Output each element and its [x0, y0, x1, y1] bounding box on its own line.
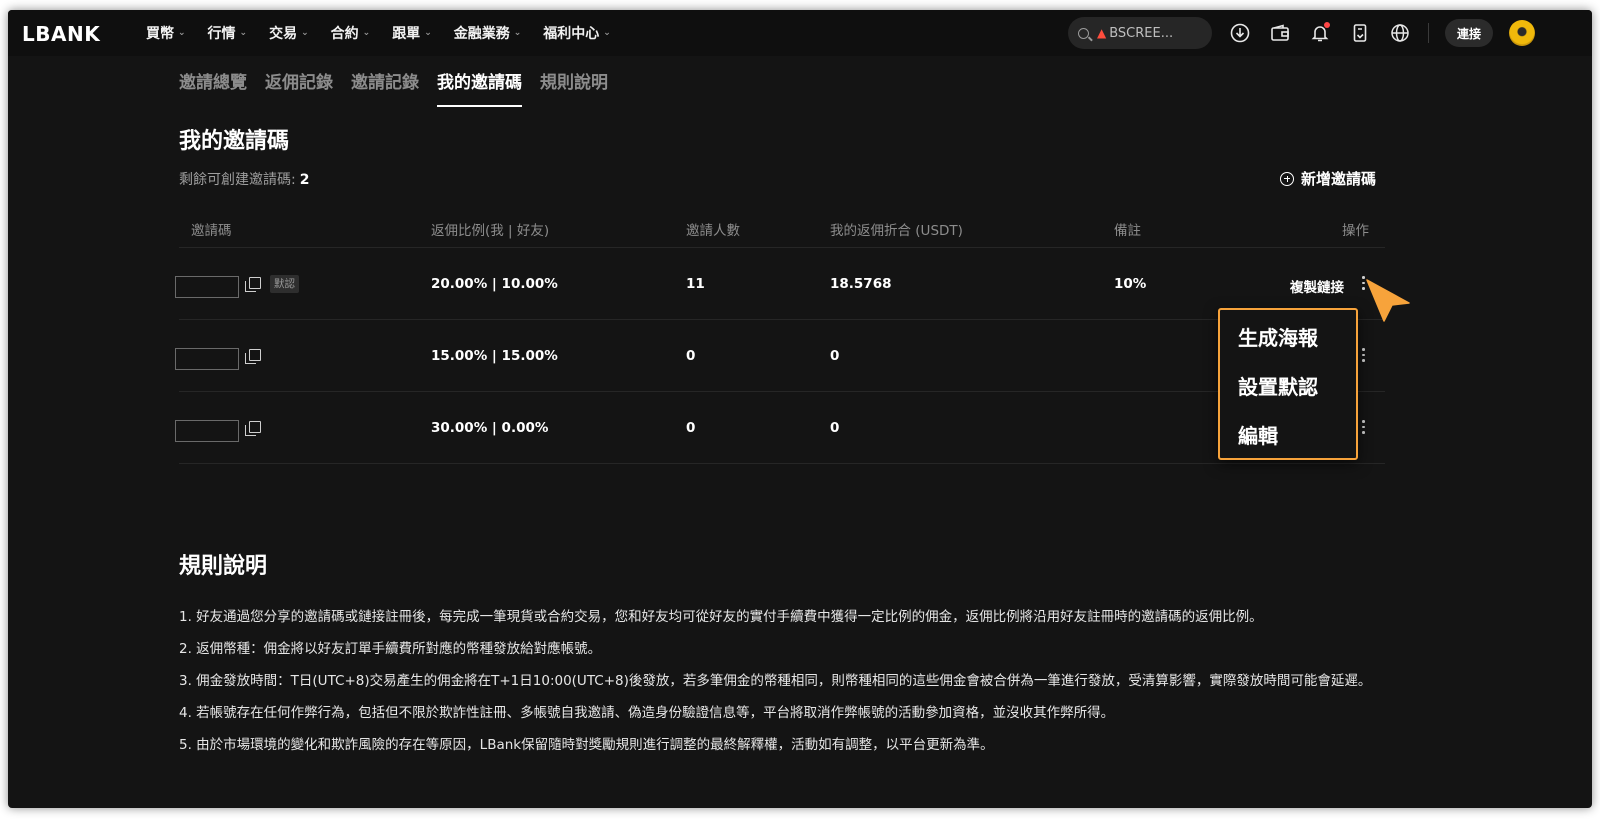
invited-cell: 11	[686, 276, 705, 292]
plus-circle-icon	[1280, 171, 1294, 186]
chevron-down-icon: ⌄	[362, 28, 371, 38]
remaining-codes: 剩餘可創建邀請碼: 2	[179, 169, 309, 189]
rules-title: 規則說明	[179, 554, 268, 579]
header-rebate: 我的返佣折合 (USDT)	[830, 223, 963, 239]
nav-item-buy-crypto[interactable]: 買幣 ⌄	[146, 23, 186, 43]
header-note: 備註	[1114, 223, 1141, 239]
invite-code-field	[175, 276, 239, 298]
header-ratio: 返佣比例(我 | 好友)	[431, 223, 550, 239]
tab-my-invite-codes[interactable]: 我的邀請碼	[437, 68, 522, 107]
chevron-down-icon: ⌄	[239, 28, 248, 38]
copy-icon[interactable]	[245, 277, 261, 293]
ratio-cell: 15.00% | 15.00%	[431, 348, 558, 364]
mobile-app-icon[interactable]	[1348, 21, 1372, 45]
invite-code-field	[175, 420, 239, 442]
page-title: 我的邀請碼	[179, 129, 290, 154]
row-options-menu: 生成海報 設置默認 編輯	[1218, 308, 1358, 460]
copy-icon[interactable]	[245, 421, 261, 437]
tab-rebate-records[interactable]: 返佣記錄	[265, 68, 333, 107]
nav-item-copy-trading[interactable]: 跟單 ⌄	[392, 23, 432, 43]
invited-cell: 0	[686, 420, 696, 436]
menu-item-generate-poster[interactable]: 生成海報	[1238, 322, 1318, 351]
search-icon	[1078, 27, 1089, 39]
remaining-label: 剩餘可創建邀請碼:	[179, 172, 296, 188]
nav-item-rewards[interactable]: 福利中心 ⌄	[543, 23, 611, 43]
globe-icon[interactable]	[1388, 21, 1412, 45]
menu-item-edit[interactable]: 編輯	[1238, 420, 1278, 449]
connect-button[interactable]: 連接	[1445, 19, 1493, 47]
rebate-cell: 0	[830, 348, 840, 364]
add-invite-code-button[interactable]: 新增邀請碼	[1280, 168, 1376, 189]
tab-rules[interactable]: 規則說明	[540, 68, 608, 107]
invite-code-field	[175, 348, 239, 370]
note-cell: 10%	[1114, 276, 1147, 292]
more-options-icon[interactable]	[1362, 348, 1366, 364]
chevron-down-icon: ⌄	[513, 28, 522, 38]
ratio-cell: 30.00% | 0.00%	[431, 420, 549, 436]
header-invited: 邀請人數	[686, 223, 740, 239]
copy-icon[interactable]	[245, 349, 261, 365]
nav-item-markets[interactable]: 行情 ⌄	[208, 23, 248, 43]
chevron-down-icon: ⌄	[178, 28, 186, 38]
tab-invite-overview[interactable]: 邀請總覽	[179, 68, 247, 107]
fire-icon: ▲	[1097, 26, 1107, 40]
rule-item: 5. 由於市場環境的變化和欺詐風險的存在等原因，LBank保留隨時對獎勵規則進行…	[179, 737, 994, 753]
menu-item-set-default[interactable]: 設置默認	[1238, 371, 1318, 400]
rule-item: 2. 返佣幣種：佣金將以好友訂單手續費所對應的幣種發放給對應帳號。	[179, 641, 602, 657]
referral-tabs: 邀請總覽 返佣記錄 邀請記錄 我的邀請碼 規則說明	[179, 68, 626, 107]
pointer-arrow-icon	[1366, 279, 1410, 322]
header-code: 邀請碼	[191, 223, 232, 239]
chevron-down-icon: ⌄	[301, 28, 309, 38]
download-icon[interactable]	[1228, 21, 1252, 45]
table-row: 默認 20.00% | 10.00% 11 18.5768 10% 複製鏈接	[175, 248, 1385, 320]
rebate-cell: 18.5768	[830, 276, 892, 292]
search-input[interactable]: ▲ BSCREE...	[1068, 17, 1212, 49]
nav-item-futures[interactable]: 合約 ⌄	[331, 23, 371, 43]
header-action: 操作	[1342, 223, 1369, 239]
rule-item: 1. 好友通過您分享的邀請碼或鏈接註冊後，每完成一筆現貨或合約交易，您和好友均可…	[179, 609, 1263, 625]
nav-item-finance[interactable]: 金融業務 ⌄	[454, 23, 522, 43]
chevron-down-icon: ⌄	[603, 28, 611, 38]
logo[interactable]: LBANK	[22, 22, 100, 46]
more-options-icon[interactable]	[1362, 420, 1366, 436]
nav-menu: 買幣 ⌄ 行情 ⌄ 交易 ⌄ 合約 ⌄ 跟單 ⌄ 金融業務 ⌄ 福利中心 ⌄	[146, 23, 633, 43]
table-row: 15.00% | 15.00% 0 0	[175, 320, 1385, 392]
default-badge: 默認	[270, 275, 299, 293]
nav-item-trade[interactable]: 交易 ⌄	[269, 23, 309, 43]
rules-list: 1. 好友通過您分享的邀請碼或鏈接註冊後，每完成一筆現貨或合約交易，您和好友均可…	[179, 607, 1389, 767]
bell-icon[interactable]	[1308, 21, 1332, 45]
rule-item: 3. 佣金發放時間：T日(UTC+8)交易產生的佣金將在T+1日10:00(UT…	[179, 673, 1372, 689]
tab-invite-records[interactable]: 邀請記錄	[351, 68, 419, 107]
avatar[interactable]	[1509, 20, 1535, 46]
top-nav: LBANK 買幣 ⌄ 行情 ⌄ 交易 ⌄ 合約 ⌄ 跟單 ⌄ 金融業務 ⌄ 福利中心 ⌄ ▲ …	[8, 10, 1592, 56]
remaining-value: 2	[299, 172, 310, 188]
add-invite-code-label: 新增邀請碼	[1301, 170, 1377, 188]
chevron-down-icon: ⌄	[424, 28, 432, 38]
invited-cell: 0	[686, 348, 696, 364]
copy-link-button[interactable]: 複製鏈接	[1290, 276, 1344, 296]
wallet-icon[interactable]	[1268, 21, 1292, 45]
ratio-cell: 20.00% | 10.00%	[431, 276, 558, 292]
table-header: 邀請碼 返佣比例(我 | 好友) 邀請人數 我的返佣折合 (USDT) 備註 操…	[179, 210, 1385, 248]
app-window: LBANK 買幣 ⌄ 行情 ⌄ 交易 ⌄ 合約 ⌄ 跟單 ⌄ 金融業務 ⌄ 福利中心 ⌄ ▲ …	[8, 10, 1592, 808]
table-row: 30.00% | 0.00% 0 0	[175, 392, 1385, 464]
search-text: BSCREE...	[1109, 25, 1174, 41]
nav-divider	[1428, 23, 1429, 43]
notification-dot	[1324, 22, 1330, 28]
rule-item: 4. 若帳號存在任何作弊行為，包括但不限於欺詐性註冊、多帳號自我邀請、偽造身份驗…	[179, 705, 1115, 721]
rebate-cell: 0	[830, 420, 840, 436]
